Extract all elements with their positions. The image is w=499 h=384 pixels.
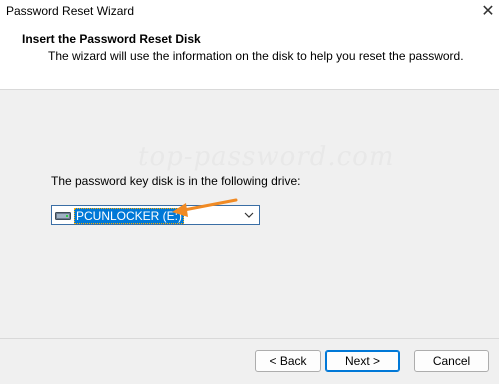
window-title: Password Reset Wizard — [6, 4, 135, 18]
title-bar: Password Reset Wizard ✕ — [0, 0, 499, 24]
header-title: Insert the Password Reset Disk — [22, 32, 201, 46]
back-button[interactable]: < Back — [255, 350, 321, 372]
next-button[interactable]: Next > — [325, 350, 400, 372]
close-button[interactable]: ✕ — [477, 0, 499, 22]
watermark: top-password.com — [138, 142, 395, 172]
wizard-body: top-password.com The password key disk i… — [0, 90, 499, 338]
cancel-button[interactable]: Cancel — [414, 350, 489, 372]
wizard-header: Insert the Password Reset Disk The wizar… — [0, 24, 499, 90]
footer-divider — [0, 338, 499, 339]
drive-label: The password key disk is in the followin… — [51, 174, 301, 188]
usb-drive-icon — [55, 210, 71, 220]
chevron-down-icon[interactable] — [243, 209, 255, 221]
drive-dropdown[interactable]: PCUNLOCKER (E:) — [51, 205, 260, 225]
drive-selected-value: PCUNLOCKER (E:) — [74, 208, 185, 224]
header-subtitle: The wizard will use the information on t… — [48, 49, 464, 63]
